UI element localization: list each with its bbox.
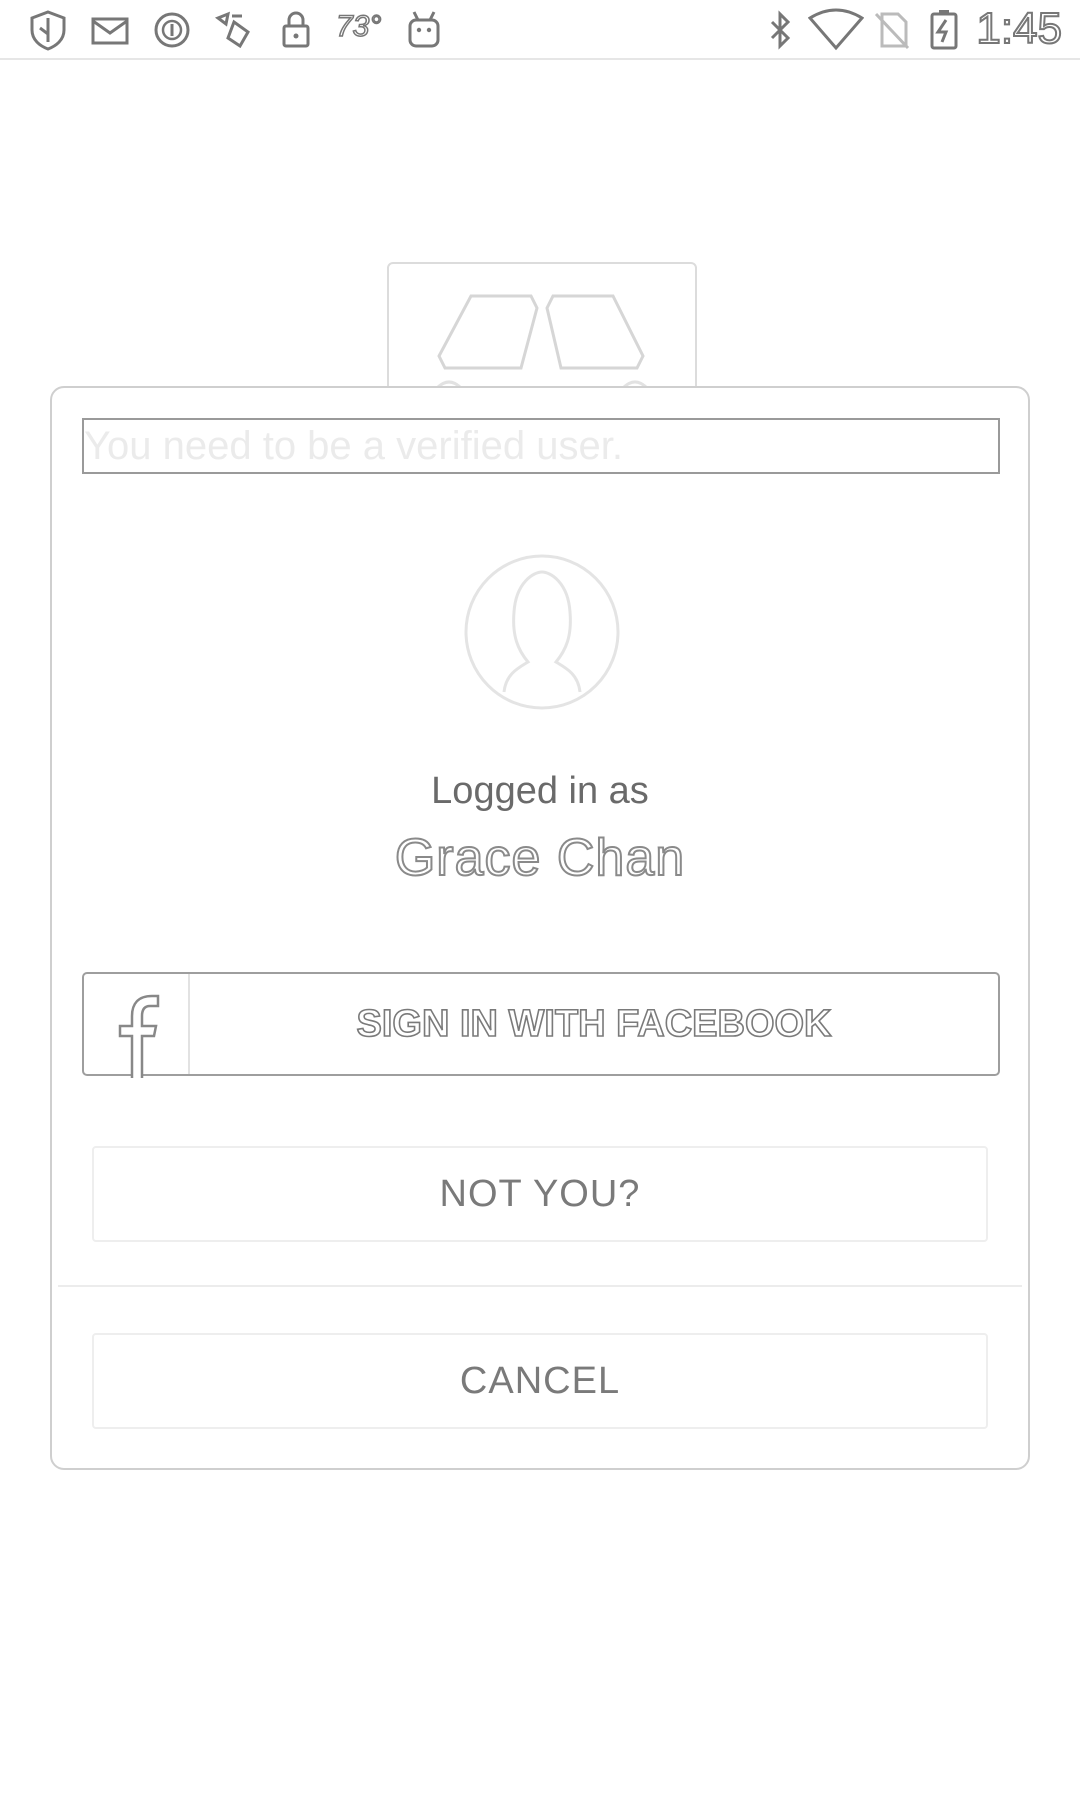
not-you-button[interactable]: NOT YOU? bbox=[92, 1146, 988, 1242]
no-sim-icon bbox=[870, 8, 914, 52]
facebook-icon bbox=[84, 974, 190, 1078]
user-name: Grace Chan bbox=[394, 828, 686, 888]
mail-icon bbox=[88, 8, 132, 52]
divider bbox=[58, 1285, 1022, 1287]
verification-dialog: You need to be a verified user. Logged i… bbox=[50, 386, 1030, 1470]
clock-time: 1:45 bbox=[975, 3, 1063, 54]
facebook-button-label: SIGN IN WITH FACEBOOK bbox=[356, 1002, 833, 1046]
cancel-button[interactable]: CANCEL bbox=[92, 1333, 988, 1429]
android-icon bbox=[402, 8, 446, 52]
lock-icon bbox=[274, 8, 318, 52]
wifi-icon bbox=[807, 8, 865, 52]
weather-app-icon bbox=[212, 8, 256, 52]
verification-message: You need to be a verified user. bbox=[82, 418, 1000, 474]
circle-info-icon bbox=[150, 8, 194, 52]
temperature-badge: 73° bbox=[335, 9, 382, 44]
status-bar: 73° 1:45 bbox=[0, 0, 1080, 60]
bluetooth-icon bbox=[758, 8, 802, 52]
logged-in-label: Logged in as bbox=[431, 770, 649, 812]
default-avatar-icon bbox=[462, 552, 622, 712]
sign-in-facebook-button[interactable]: SIGN IN WITH FACEBOOK bbox=[82, 972, 1000, 1078]
battery-charging-icon bbox=[922, 8, 966, 52]
shield-check-icon bbox=[26, 8, 70, 52]
